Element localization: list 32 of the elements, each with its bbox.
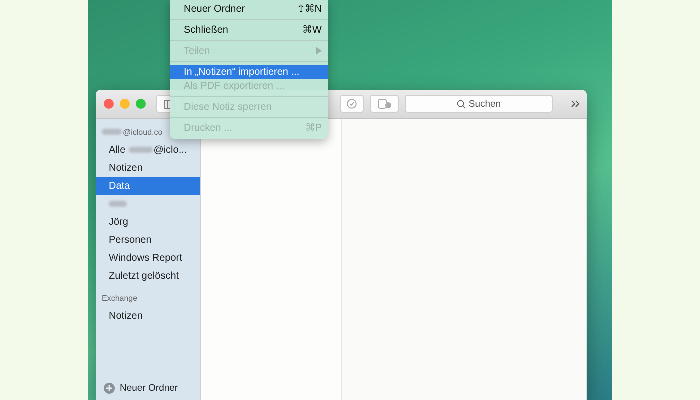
close-button[interactable]: [104, 99, 114, 109]
plus-circle-icon[interactable]: [104, 382, 115, 394]
checklist-button[interactable]: [340, 95, 364, 113]
shortcut-label: ⇧⌘N: [296, 3, 322, 15]
folder-item[interactable]: Notizen: [96, 159, 200, 177]
search-icon: [456, 100, 466, 108]
chevron-right-icon[interactable]: [571, 100, 581, 108]
checkmark-circle-icon: [347, 99, 357, 109]
folder-item[interactable]: Windows Report: [96, 249, 200, 267]
menu-item[interactable]: Schließen ⌘W: [170, 23, 328, 37]
folder-item[interactable]: Personen: [96, 231, 200, 249]
menu-item[interactable]: In „Notizen“ importieren ...: [170, 65, 328, 79]
folder-item[interactable]: Zuletzt gelöscht: [96, 267, 200, 285]
folder-item[interactable]: @iclo...: [154, 144, 188, 156]
folder-item[interactable]: Notizen: [96, 307, 200, 325]
folder-item[interactable]: Jörg: [96, 213, 200, 231]
shortcut-label: ⌘W: [302, 24, 322, 36]
redacted-text: [102, 129, 122, 135]
account-header: Exchange: [102, 294, 138, 302]
shortcut-label: ⌘P: [305, 122, 322, 134]
search-field[interactable]: Suchen: [405, 95, 553, 113]
folder-item[interactable]: Alle: [109, 144, 126, 156]
zoom-button[interactable]: [136, 99, 146, 109]
account-header: @icloud.co: [123, 128, 163, 136]
menu-item[interactable]: Neuer Ordner ⇧⌘N: [170, 2, 328, 16]
minimize-button[interactable]: [120, 99, 130, 109]
new-folder-button[interactable]: Neuer Ordner: [120, 382, 178, 394]
redacted-text: [109, 201, 127, 207]
redacted-text: [128, 147, 153, 153]
folder-item[interactable]: Data: [96, 177, 200, 195]
attachment-button[interactable]: [370, 95, 399, 113]
submenu-arrow-icon: [316, 47, 322, 55]
